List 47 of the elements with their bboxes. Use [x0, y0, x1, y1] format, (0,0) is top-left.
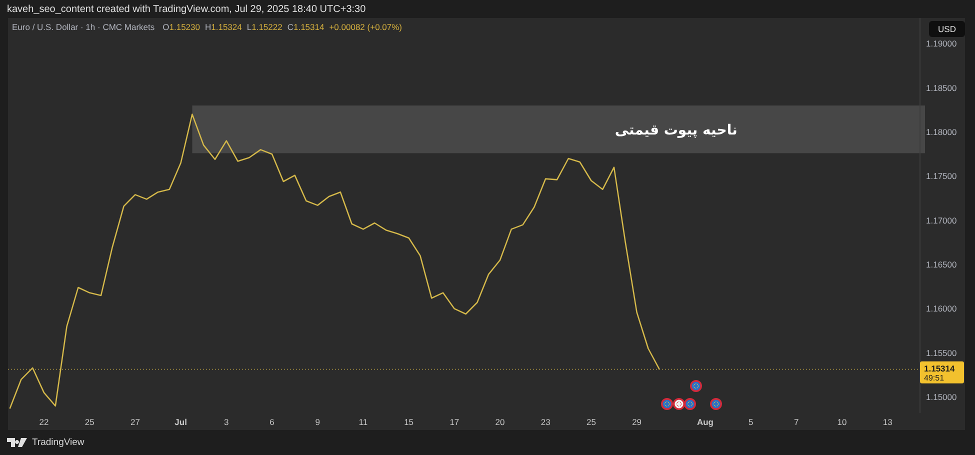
date-tick: 10: [837, 417, 847, 427]
event-icon[interactable]: [690, 380, 702, 392]
date-tick: 17: [450, 417, 460, 427]
logo-icon: [7, 438, 29, 447]
date-tick: 5: [748, 417, 754, 427]
date-tick: 9: [315, 417, 320, 427]
date-tick: 3: [224, 417, 229, 427]
price-tick: 1.18500: [926, 82, 957, 93]
date-tick: 15: [404, 417, 414, 427]
date-tick: 7: [794, 417, 799, 427]
date-tick: 25: [84, 417, 94, 427]
change-value: +0.00082 (+0.07%): [329, 22, 402, 32]
attribution-text: kaveh_seo_content created with TradingView.com, Jul 29, 2025 18:40 UTC+3:30: [7, 4, 366, 14]
date-tick: 25: [586, 417, 596, 427]
date-tick: Aug: [696, 417, 714, 427]
date-tick: 6: [270, 417, 274, 427]
date-tick: 20: [495, 417, 505, 427]
price-tick: 1.16000: [926, 304, 957, 314]
last-price: 1.15314: [924, 363, 955, 374]
price-tick: 1.15000: [926, 392, 957, 402]
date-tick: 22: [39, 417, 49, 427]
price-tick: 1.17500: [926, 171, 957, 182]
brand-name: TradingView: [32, 437, 84, 448]
price-tick: 1.15500: [926, 348, 957, 358]
price-tick: 1.18000: [926, 127, 957, 137]
event-icon[interactable]: [684, 398, 696, 410]
event-icon[interactable]: [673, 398, 685, 410]
zone-label: ناحیه پیوت قیمتی: [614, 122, 738, 138]
ohlc-value: C1.15314: [287, 22, 324, 32]
date-tick: 27: [130, 417, 140, 427]
date-tick: 11: [358, 417, 368, 427]
price-tick: 1.16500: [926, 260, 957, 270]
countdown: 49:51: [924, 373, 944, 382]
price-tag: [920, 361, 964, 384]
event-icon[interactable]: [661, 398, 673, 410]
event-icon[interactable]: [710, 398, 722, 410]
currency-button[interactable]: USD: [929, 21, 965, 37]
ohlc-value: H1.15324: [205, 22, 242, 32]
date-tick: 29: [632, 417, 642, 427]
date-tick: 13: [882, 417, 892, 427]
symbol-label: Euro / U.S. Dollar · 1h · CMC Markets: [12, 22, 155, 32]
price-tick: 1.19000: [926, 38, 957, 49]
price-tick: 1.17000: [926, 215, 957, 226]
ohlc-value: O1.15230: [162, 22, 200, 32]
date-tick: 23: [540, 417, 550, 427]
ohlc-value: L1.15222: [246, 22, 282, 32]
date-tick: Jul: [174, 417, 187, 427]
